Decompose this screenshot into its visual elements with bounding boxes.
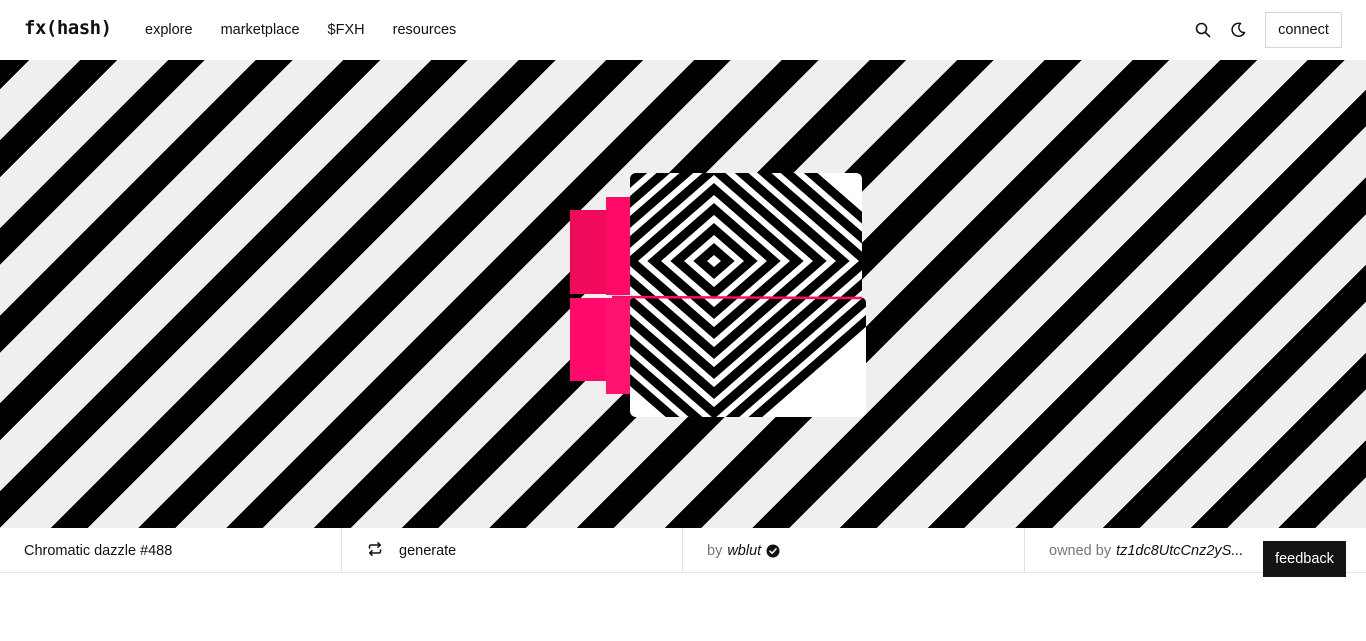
feedback-button[interactable]: feedback (1263, 541, 1346, 577)
nav-fxh[interactable]: $FXH (328, 22, 365, 38)
owned-by-label: owned by (1049, 542, 1112, 559)
top-header: fx(hash) explore marketplace $FXH resour… (0, 0, 1366, 60)
by-label: by (707, 542, 723, 559)
nav-resources[interactable]: resources (393, 22, 457, 38)
fxhash-logo[interactable]: fx(hash) (24, 17, 112, 39)
verified-badge-icon (766, 544, 780, 558)
search-icon[interactable] (1193, 20, 1213, 40)
artwork-image (570, 173, 866, 417)
connect-button[interactable]: connect (1265, 12, 1342, 48)
token-info-bar: Chromatic dazzle #488 generate by wblut … (0, 528, 1366, 573)
main-nav: explore marketplace $FXH resources (145, 22, 456, 38)
moon-icon[interactable] (1228, 20, 1248, 40)
artwork-banner (0, 60, 1366, 528)
repeat-icon (367, 541, 383, 561)
generate-button[interactable]: generate (342, 528, 683, 573)
author-link[interactable]: wblut (727, 543, 761, 559)
author-cell: by wblut (683, 528, 1025, 573)
generate-label: generate (399, 542, 457, 559)
owner-link[interactable]: tz1dc8UtcCnz2yS... (1116, 543, 1243, 559)
token-title: Chromatic dazzle #488 (24, 542, 173, 559)
nav-explore[interactable]: explore (145, 22, 193, 38)
nav-marketplace[interactable]: marketplace (221, 22, 300, 38)
token-title-cell: Chromatic dazzle #488 (0, 528, 342, 573)
